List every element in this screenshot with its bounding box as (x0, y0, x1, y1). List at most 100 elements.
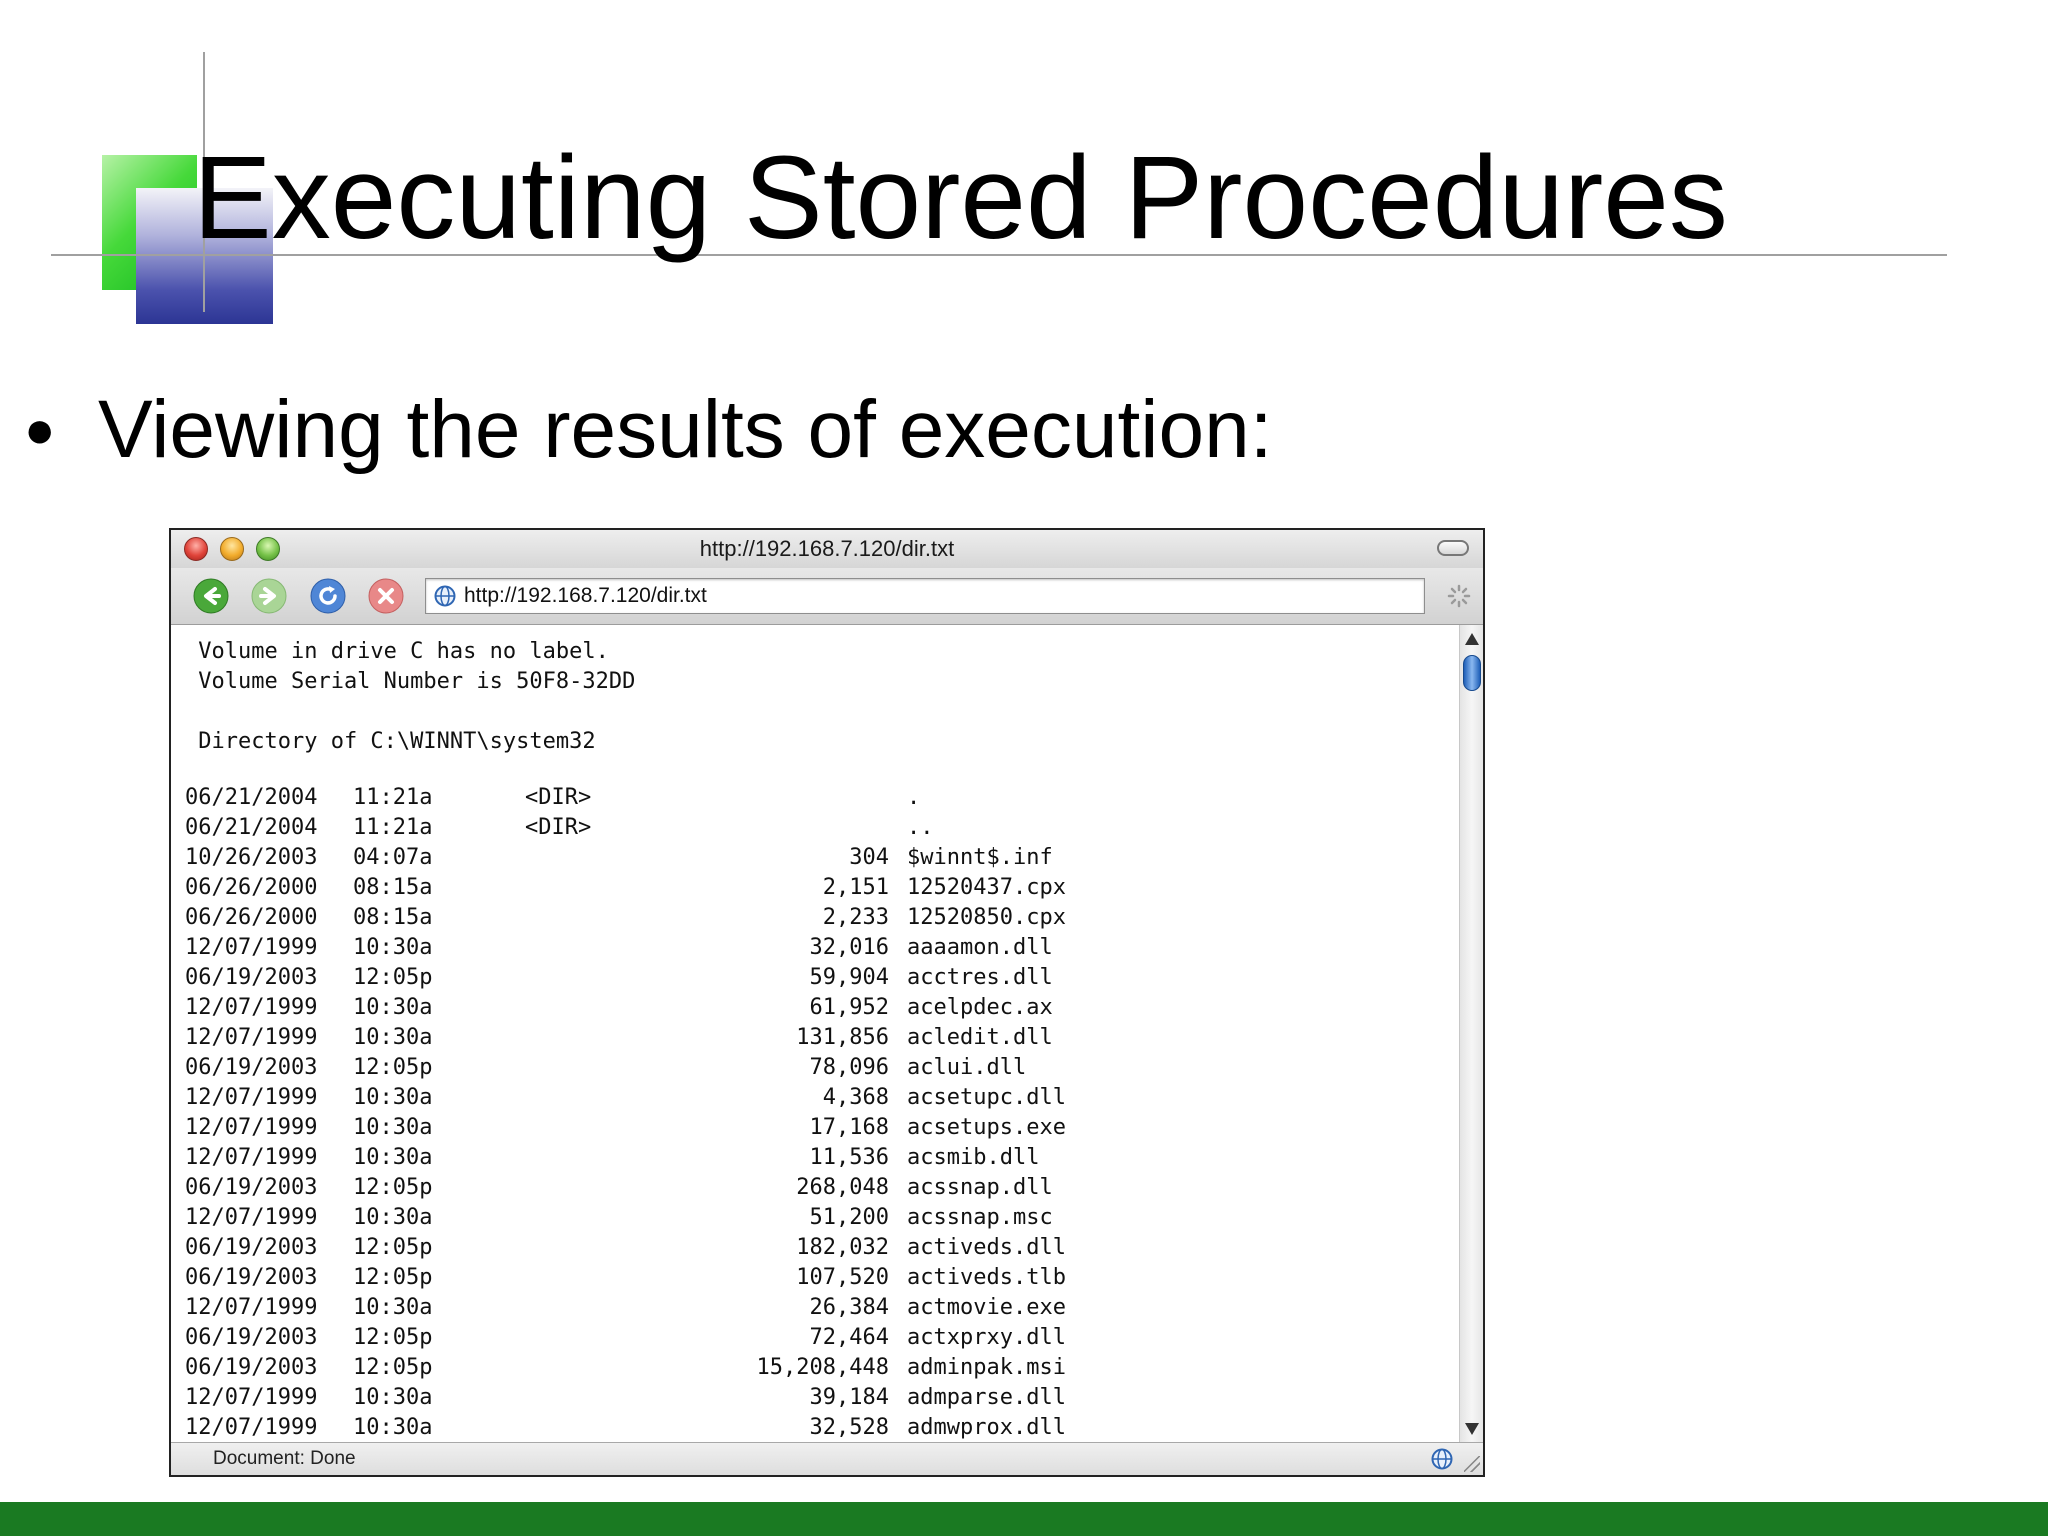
navigation-toolbar: http://192.168.7.120/dir.txt (171, 568, 1483, 625)
row-time: 10:30a (353, 1205, 433, 1230)
row-date: 06/21/2004 (185, 815, 318, 840)
listing-row: 12/07/1999 10:30a 32,528 admwprox.dll (185, 1413, 1066, 1443)
row-filename: aclui.dll (907, 1055, 1027, 1080)
row-size: 304 (849, 845, 889, 870)
back-button[interactable] (193, 578, 229, 614)
zoom-window-button[interactable] (256, 537, 280, 561)
listing-row: 12/07/1999 10:30a 32,016 aaaamon.dll (185, 933, 1053, 963)
row-time: 10:30a (353, 935, 433, 960)
volume-label-line: Volume in drive C has no label. (185, 639, 609, 664)
row-filename: acsetups.exe (907, 1115, 1066, 1140)
stop-icon (368, 578, 404, 614)
address-bar-url: http://192.168.7.120/dir.txt (464, 584, 707, 607)
row-size: 11,536 (809, 1145, 889, 1170)
reload-icon (310, 578, 346, 614)
bullet-item: ● Viewing the results of execution: (24, 380, 1273, 480)
row-filename: acssnap.msc (907, 1205, 1053, 1230)
row-filename: admparse.dll (907, 1385, 1066, 1410)
row-time: 12:05p (353, 1325, 433, 1350)
listing-row: 06/19/2003 12:05p 268,048 acssnap.dll (185, 1173, 1053, 1203)
row-date: 12/07/1999 (185, 1295, 318, 1320)
row-dir-marker: <DIR> (525, 815, 592, 840)
row-time: 11:21a (353, 785, 433, 810)
toolbar-toggle-button[interactable] (1437, 540, 1469, 556)
listing-row: 06/19/2003 12:05p 78,096 aclui.dll (185, 1053, 1026, 1083)
listing-row: 06/26/2000 08:15a 2,233 12520850.cpx (185, 903, 1066, 933)
row-size: 2,151 (822, 875, 889, 900)
row-filename: acctres.dll (907, 965, 1053, 990)
row-time: 12:05p (353, 1235, 433, 1260)
row-size: 268,048 (796, 1175, 889, 1200)
row-date: 06/19/2003 (185, 1055, 318, 1080)
row-time: 12:05p (353, 1355, 433, 1380)
forward-button[interactable] (251, 578, 287, 614)
listing-row: 12/07/1999 10:30a 39,184 admparse.dll (185, 1383, 1066, 1413)
minimize-window-button[interactable] (220, 537, 244, 561)
row-size: 107,520 (796, 1265, 889, 1290)
row-date: 06/26/2000 (185, 875, 318, 900)
listing-row: 06/19/2003 12:05p 59,904 acctres.dll (185, 963, 1053, 993)
listing-row: 06/21/2004 11:21a <DIR>. (185, 783, 945, 813)
row-size: 51,200 (809, 1205, 889, 1230)
row-time: 10:30a (353, 1115, 433, 1140)
listing-row: 06/19/2003 12:05p 107,520 activeds.tlb (185, 1263, 1066, 1293)
address-bar[interactable]: http://192.168.7.120/dir.txt (425, 578, 1425, 614)
resize-grip-icon[interactable] (1464, 1456, 1480, 1472)
row-time: 11:21a (353, 815, 433, 840)
listing-row: 12/07/1999 10:30a 26,384 actmovie.exe (185, 1293, 1066, 1323)
row-time: 12:05p (353, 1055, 433, 1080)
row-filename: activeds.dll (907, 1235, 1066, 1260)
listing-row: 12/07/1999 10:30a 11,536 acsmib.dll (185, 1143, 1039, 1173)
row-size: 4,368 (822, 1085, 889, 1110)
row-time: 10:30a (353, 1415, 433, 1440)
slide-title: Executing Stored Procedures (193, 132, 1728, 264)
row-date: 06/19/2003 (185, 1265, 318, 1290)
status-text: Document: Done (213, 1448, 356, 1469)
row-date: 12/07/1999 (185, 1025, 318, 1050)
row-size: 17,168 (809, 1115, 889, 1140)
listing-row: 06/26/2000 08:15a 2,151 12520437.cpx (185, 873, 1066, 903)
row-size: 59,904 (809, 965, 889, 990)
volume-serial-line: Volume Serial Number is 50F8-32DD (185, 669, 636, 694)
row-size: 15,208,448 (756, 1355, 889, 1380)
window-titlebar[interactable]: http://192.168.7.120/dir.txt (171, 530, 1483, 569)
row-date: 06/19/2003 (185, 1175, 318, 1200)
row-time: 10:30a (353, 1295, 433, 1320)
row-date: 12/07/1999 (185, 1415, 318, 1440)
scroll-up-arrow-icon[interactable] (1465, 633, 1479, 645)
row-date: 06/19/2003 (185, 965, 318, 990)
listing-row: 06/19/2003 12:05p 15,208,448 adminpak.msi (185, 1353, 1066, 1383)
browser-window: http://192.168.7.120/dir.txt http://192.… (169, 528, 1485, 1477)
window-title: http://192.168.7.120/dir.txt (699, 536, 955, 561)
scroll-down-arrow-icon[interactable] (1465, 1423, 1479, 1435)
row-filename: activeds.tlb (907, 1265, 1066, 1290)
row-filename: $winnt$.inf (907, 845, 1053, 870)
listing-row: 06/21/2004 11:21a <DIR>.. (185, 813, 945, 843)
security-globe-icon (1431, 1448, 1453, 1470)
row-time: 04:07a (353, 845, 433, 870)
row-size: 26,384 (809, 1295, 889, 1320)
page-content: Volume in drive C has no label. Volume S… (171, 625, 1457, 1443)
listing-row: 12/07/1999 10:30a 131,856 acledit.dll (185, 1023, 1053, 1053)
directory-listing: 06/21/2004 11:21a <DIR>. 06/21/2004 11:21a <D… (185, 783, 1066, 1443)
status-bar: Document: Done (171, 1442, 1483, 1475)
listing-row: 12/07/1999 10:30a 17,168 acsetups.exe (185, 1113, 1066, 1143)
back-icon (193, 578, 229, 614)
row-date: 06/19/2003 (185, 1325, 318, 1350)
row-time: 10:30a (353, 1025, 433, 1050)
row-filename: .. (907, 815, 934, 840)
scrollbar-thumb[interactable] (1463, 655, 1481, 691)
row-date: 12/07/1999 (185, 995, 318, 1020)
slide-footer-bar (0, 1502, 2048, 1536)
close-window-button[interactable] (184, 537, 208, 561)
row-date: 12/07/1999 (185, 935, 318, 960)
listing-row: 06/19/2003 12:05p 182,032 activeds.dll (185, 1233, 1066, 1263)
row-filename: admwprox.dll (907, 1415, 1066, 1440)
row-filename: actmovie.exe (907, 1295, 1066, 1320)
reload-button[interactable] (310, 578, 346, 614)
vertical-scrollbar[interactable] (1459, 625, 1483, 1443)
row-size: 32,016 (809, 935, 889, 960)
row-size: 131,856 (796, 1025, 889, 1050)
stop-button[interactable] (368, 578, 404, 614)
row-dir-marker: <DIR> (525, 785, 592, 810)
